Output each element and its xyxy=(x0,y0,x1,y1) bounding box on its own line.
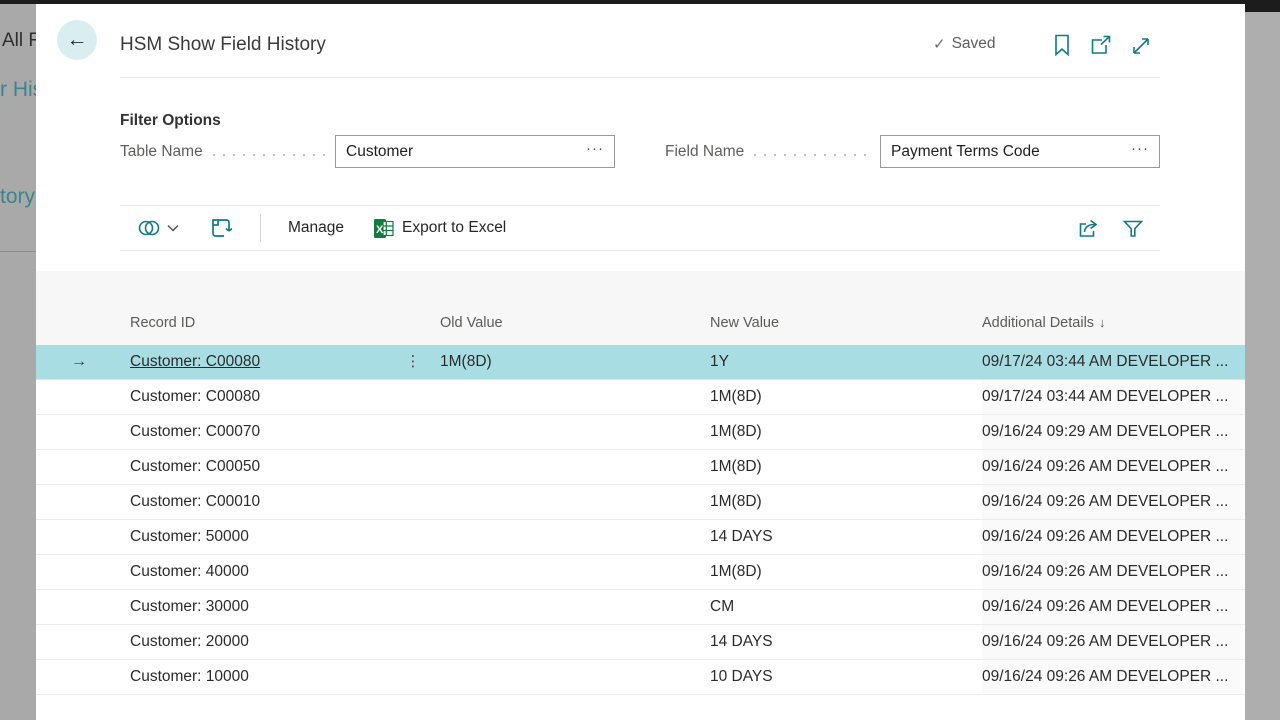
filter-options-heading: Filter Options xyxy=(120,112,221,130)
table-row[interactable]: Customer: 10000 10 DAYS 09/16/24 09:26 A… xyxy=(36,660,1245,695)
dotted-leader xyxy=(754,154,870,156)
new-value-cell: 1M(8D) xyxy=(710,380,975,414)
table-name-value[interactable]: Customer xyxy=(336,143,582,161)
page-title: HSM Show Field History xyxy=(120,34,326,56)
field-name-label: Field Name xyxy=(665,143,744,161)
table-row[interactable]: Customer: C00010 1M(8D) 09/16/24 09:26 A… xyxy=(36,485,1245,520)
filter-button[interactable] xyxy=(1122,218,1144,239)
additional-details-cell: 09/16/24 09:26 AM DEVELOPER ... xyxy=(982,590,1243,624)
export-to-excel-button[interactable]: X Export to Excel xyxy=(374,219,506,238)
record-id-cell[interactable]: Customer: C00070 xyxy=(130,415,400,449)
additional-details-cell: 09/16/24 09:26 AM DEVELOPER ... xyxy=(982,625,1243,659)
list-toolbar: Manage X Export to Excel xyxy=(120,205,1160,251)
new-value-cell: CM xyxy=(710,590,975,624)
field-history-dialog: ← HSM Show Field History ✓ Saved Filter … xyxy=(36,4,1245,720)
table-name-lookup-button[interactable]: ··· xyxy=(582,140,614,163)
switch-layout-button[interactable] xyxy=(210,217,232,239)
table-row[interactable]: Customer: C00070 1M(8D) 09/16/24 09:29 A… xyxy=(36,415,1245,450)
share-icon xyxy=(1077,218,1100,239)
views-icon xyxy=(136,216,162,240)
new-value-cell: 1M(8D) xyxy=(710,555,975,589)
table-row[interactable]: Customer: C00050 1M(8D) 09/16/24 09:26 A… xyxy=(36,450,1245,485)
dotted-leader xyxy=(213,154,325,156)
new-value-cell: 10 DAYS xyxy=(710,660,975,694)
field-name-field-row: Field Name Payment Terms Code ··· xyxy=(665,135,1160,168)
new-value-cell: 1M(8D) xyxy=(710,485,975,519)
check-icon: ✓ xyxy=(933,35,946,53)
column-header-additional-details[interactable]: Additional Details↓ xyxy=(982,315,1106,331)
table-name-input[interactable]: Customer ··· xyxy=(335,135,615,168)
additional-details-cell: 09/16/24 09:26 AM DEVELOPER ... xyxy=(982,485,1243,519)
record-id-cell[interactable]: Customer: 10000 xyxy=(130,660,400,694)
row-context-menu-icon[interactable]: ⋮ xyxy=(400,345,426,379)
new-value-cell: 1M(8D) xyxy=(710,415,975,449)
record-id-cell[interactable]: Customer: 20000 xyxy=(130,625,400,659)
background-divider xyxy=(0,251,36,252)
new-value-cell: 1Y xyxy=(710,345,975,379)
record-id-cell[interactable]: Customer: 50000 xyxy=(130,520,400,554)
background-link-fragment: tory xyxy=(0,185,35,209)
table-row[interactable]: → Customer: C00080 ⋮ 1M(8D) 1Y 09/17/24 … xyxy=(36,345,1245,380)
record-id-cell[interactable]: Customer: 30000 xyxy=(130,590,400,624)
table-row[interactable]: Customer: 20000 14 DAYS 09/16/24 09:26 A… xyxy=(36,625,1245,660)
table-header: Record ID Old Value New Value Additional… xyxy=(36,271,1245,345)
new-value-cell: 14 DAYS xyxy=(710,625,975,659)
chevron-down-icon xyxy=(166,223,180,233)
header-divider xyxy=(120,77,1160,78)
background-text-fragment: All R xyxy=(2,30,36,52)
dimmed-background-right xyxy=(1245,12,1280,720)
top-black-bar-right xyxy=(1245,0,1280,12)
additional-details-cell: 09/16/24 09:26 AM DEVELOPER ... xyxy=(982,555,1243,589)
table-row[interactable]: Customer: C00080 1M(8D) 09/17/24 03:44 A… xyxy=(36,380,1245,415)
additional-details-cell: 09/16/24 09:26 AM DEVELOPER ... xyxy=(982,660,1243,694)
svg-text:X: X xyxy=(376,224,384,236)
active-row-arrow-icon: → xyxy=(66,345,92,379)
additional-details-cell: 09/17/24 03:44 AM DEVELOPER ... xyxy=(982,345,1243,379)
table-row[interactable]: Customer: 40000 1M(8D) 09/16/24 09:26 AM… xyxy=(36,555,1245,590)
dimmed-background-left: All R r His tory xyxy=(0,4,36,720)
manage-menu-button[interactable]: Manage xyxy=(288,219,344,237)
additional-details-cell: 09/16/24 09:29 AM DEVELOPER ... xyxy=(982,415,1243,449)
background-link-fragment: r His xyxy=(0,78,36,102)
table-row[interactable]: Customer: 30000 CM 09/16/24 09:26 AM DEV… xyxy=(36,590,1245,625)
new-value-cell: 1M(8D) xyxy=(710,450,975,484)
open-in-new-window-icon[interactable] xyxy=(1089,35,1111,59)
field-name-input[interactable]: Payment Terms Code ··· xyxy=(880,135,1160,168)
share-button[interactable] xyxy=(1077,218,1100,239)
layout-icon xyxy=(210,217,232,239)
record-id-cell[interactable]: Customer: C00080 xyxy=(130,380,400,414)
bookmark-icon[interactable] xyxy=(1051,33,1073,57)
toolbar-separator xyxy=(260,214,261,242)
views-menu-button[interactable] xyxy=(136,216,180,240)
filter-icon xyxy=(1122,218,1144,239)
additional-details-cell: 09/16/24 09:26 AM DEVELOPER ... xyxy=(982,450,1243,484)
field-name-value[interactable]: Payment Terms Code xyxy=(881,143,1127,161)
record-id-cell[interactable]: Customer: 40000 xyxy=(130,555,400,589)
expand-page-icon[interactable] xyxy=(1130,33,1152,57)
record-id-link[interactable]: Customer: C00080 xyxy=(130,345,400,379)
column-header-record-id[interactable]: Record ID xyxy=(130,315,195,331)
new-value-cell: 14 DAYS xyxy=(710,520,975,554)
save-status: ✓ Saved xyxy=(933,35,996,53)
additional-details-cell: 09/17/24 03:44 AM DEVELOPER ... xyxy=(982,380,1243,414)
column-header-new-value[interactable]: New Value xyxy=(710,315,779,331)
column-header-old-value[interactable]: Old Value xyxy=(440,315,503,331)
additional-details-cell: 09/16/24 09:26 AM DEVELOPER ... xyxy=(982,520,1243,554)
excel-icon: X xyxy=(374,219,394,238)
back-button[interactable]: ← xyxy=(57,20,97,60)
table-name-label: Table Name xyxy=(120,143,203,161)
table-row[interactable]: Customer: 50000 14 DAYS 09/16/24 09:26 A… xyxy=(36,520,1245,555)
export-to-excel-label: Export to Excel xyxy=(402,219,506,237)
old-value-cell: 1M(8D) xyxy=(440,345,703,379)
field-name-lookup-button[interactable]: ··· xyxy=(1127,140,1159,163)
sort-descending-icon: ↓ xyxy=(1099,315,1106,330)
back-arrow-icon: ← xyxy=(67,28,88,51)
record-id-cell[interactable]: Customer: C00050 xyxy=(130,450,400,484)
save-status-label: Saved xyxy=(952,35,996,53)
table-body: → Customer: C00080 ⋮ 1M(8D) 1Y 09/17/24 … xyxy=(36,345,1245,695)
record-id-cell[interactable]: Customer: C00010 xyxy=(130,485,400,519)
table-name-field-row: Table Name Customer ··· xyxy=(120,135,615,168)
